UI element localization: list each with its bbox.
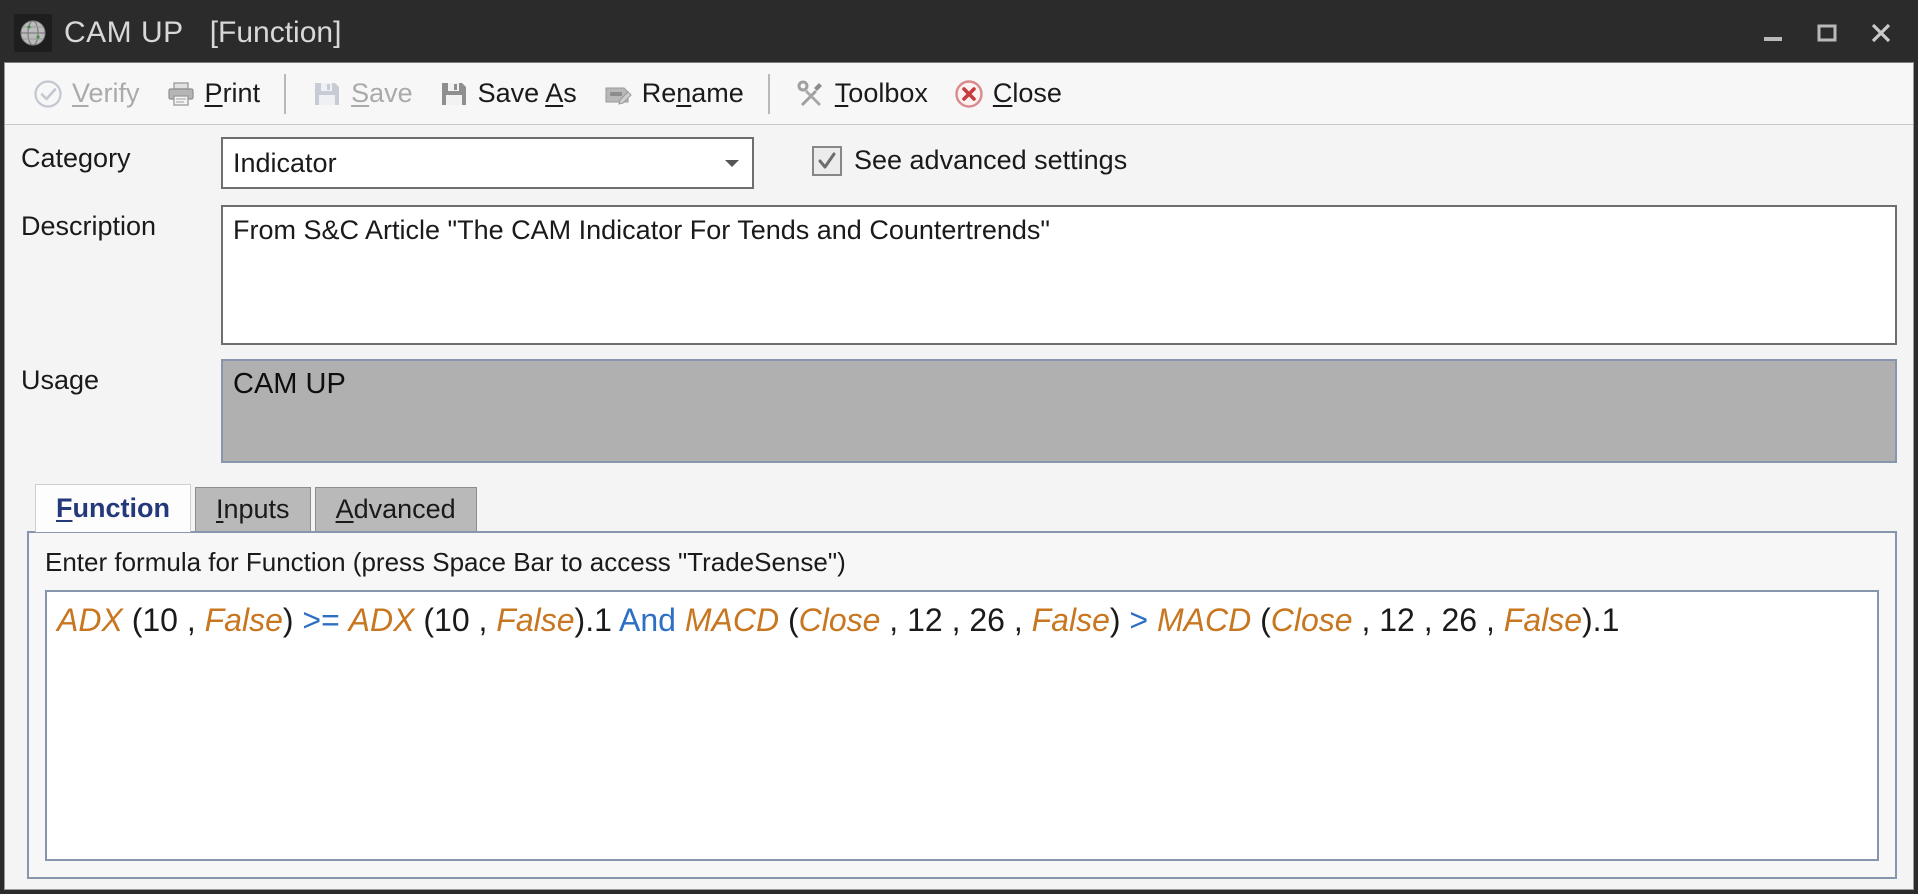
formula-editor[interactable]: ADX (10 , False) >= ADX (10 , False).1 A… [45, 590, 1879, 861]
formula-token: ). [574, 602, 595, 638]
formula-token: False [1503, 602, 1583, 638]
verify-button[interactable]: Verify [19, 72, 152, 116]
tab-inputs-label: Inputs [215, 494, 290, 524]
app-globe-icon [14, 14, 52, 52]
floppy-icon [437, 77, 471, 111]
save-button[interactable]: Save [298, 72, 425, 116]
toolbar: Verify Print Save Save As Rename Toolbox… [5, 63, 1913, 125]
chevron-down-icon[interactable] [712, 157, 752, 169]
description-row: Description From S&C Article "The CAM In… [21, 205, 1897, 345]
rename-button[interactable]: Rename [589, 72, 756, 116]
formula-token: 1 [594, 602, 612, 638]
formula-token: MACD [684, 602, 780, 638]
formula-token: MACD [1156, 602, 1252, 638]
formula-token: 26 [969, 602, 1005, 638]
form-area: Category Indicator See advanced settings [5, 125, 1913, 483]
advanced-settings-checkbox[interactable]: See advanced settings [812, 137, 1127, 176]
tab-strip: Function Inputs Advanced [27, 483, 1897, 532]
save-as-label: Save As [477, 78, 577, 108]
formula-token: ( [122, 602, 143, 638]
formula-token: ( [1251, 602, 1271, 638]
formula-token: 10 [142, 602, 178, 638]
formula-token: , [942, 602, 970, 638]
tab-function[interactable]: Function [35, 484, 191, 532]
formula-token: 12 [907, 602, 943, 638]
formula-token: Close [798, 602, 881, 638]
formula-token: ( [779, 602, 799, 638]
category-label: Category [21, 143, 131, 173]
formula-token: 1 [1601, 602, 1620, 638]
tools-icon [794, 77, 828, 111]
toolbox-label: Toolbox [834, 78, 928, 108]
usage-readonly-field: CAM UP [221, 359, 1897, 463]
check-circle-icon [31, 77, 65, 111]
advanced-settings-label: See advanced settings [854, 145, 1128, 175]
formula-token: 12 [1379, 602, 1415, 638]
close-icon[interactable] [1854, 11, 1908, 55]
tab-advanced[interactable]: Advanced [314, 487, 477, 531]
toolbar-separator-1 [284, 73, 287, 114]
floppy-icon [310, 77, 344, 111]
window-title: CAM UP [64, 16, 184, 49]
formula-token: >= [293, 602, 349, 638]
close-form-label: Close [992, 78, 1062, 108]
formula-token: False [204, 602, 283, 638]
usage-label: Usage [21, 365, 100, 395]
formula-token: , [1477, 602, 1504, 638]
rename-icon [601, 77, 635, 111]
tab-inputs[interactable]: Inputs [194, 487, 311, 531]
category-row: Category Indicator See advanced settings [21, 137, 1897, 189]
formula-token: Close [1270, 602, 1353, 638]
description-input[interactable]: From S&C Article "The CAM Indicator For … [221, 205, 1897, 345]
usage-row: Usage CAM UP [21, 359, 1897, 463]
client-area: Verify Print Save Save As Rename Toolbox… [4, 62, 1914, 890]
formula-token: , [1352, 602, 1380, 638]
formula-token: ) [1109, 602, 1121, 638]
formula-token: > [1120, 602, 1157, 638]
category-dropdown[interactable]: Indicator [221, 137, 754, 189]
close-circle-icon [952, 77, 986, 111]
window-title-type: [Function] [209, 16, 342, 49]
category-value: Indicator [233, 147, 337, 178]
toolbar-separator-2 [767, 73, 770, 114]
formula-token: ( [414, 602, 435, 638]
function-tab-panel: Enter formula for Function (press Space … [27, 531, 1897, 879]
formula-token: 10 [434, 602, 470, 638]
formula-token: False [496, 602, 575, 638]
formula-hint: Enter formula for Function (press Space … [45, 547, 846, 577]
formula-token: , [177, 602, 205, 638]
application-window: CAM UP [Function] Verify Print Save Save… [0, 0, 1918, 894]
close-form-button[interactable]: Close [940, 72, 1074, 116]
formula-token: ) [282, 602, 294, 638]
rename-label: Rename [641, 78, 744, 108]
formula-token: , [469, 602, 497, 638]
formula-token: , [1004, 602, 1032, 638]
print-button[interactable]: Print [152, 72, 273, 116]
minimize-icon[interactable] [1746, 11, 1800, 55]
formula-token: And [611, 602, 685, 638]
printer-icon [164, 77, 198, 111]
formula-token: False [1031, 602, 1110, 638]
checkbox-box[interactable] [812, 145, 842, 176]
formula-token: ). [1582, 602, 1602, 638]
tab-function-label: Function [56, 493, 170, 523]
tab-advanced-label: Advanced [335, 494, 456, 524]
check-mark-icon [818, 152, 836, 168]
save-label: Save [351, 78, 413, 108]
toolbox-button[interactable]: Toolbox [782, 72, 940, 116]
tab-area: Function Inputs Advanced Enter formula f… [5, 483, 1913, 889]
formula-token: , [1414, 602, 1442, 638]
formula-token: ADX [348, 602, 415, 638]
verify-label: Verify [72, 78, 140, 108]
description-label: Description [21, 211, 157, 241]
formula-token: 26 [1441, 602, 1478, 638]
title-bar: CAM UP [Function] [4, 4, 1914, 62]
formula-token: ADX [57, 602, 123, 638]
print-label: Print [204, 78, 261, 108]
formula-token: , [880, 602, 908, 638]
maximize-icon[interactable] [1800, 11, 1854, 55]
save-as-button[interactable]: Save As [425, 72, 589, 116]
